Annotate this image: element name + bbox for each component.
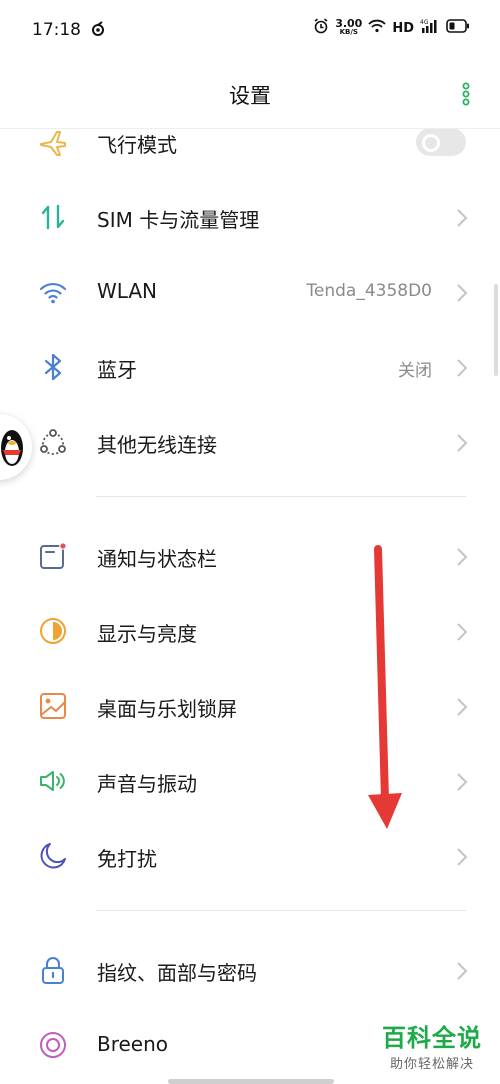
more-options-icon[interactable] xyxy=(462,82,470,106)
watermark-title: 百科全说 xyxy=(382,1024,482,1052)
scrollbar[interactable] xyxy=(494,284,498,376)
settings-item-display-brightness[interactable]: 显示与亮度 xyxy=(0,593,500,668)
section-divider xyxy=(96,910,466,911)
sim-data-icon xyxy=(38,202,68,232)
status-time: 17:18 xyxy=(32,20,81,40)
settings-item-label: 声音与振动 xyxy=(97,772,197,796)
status-right: 3.00 KB/S HD 4G xyxy=(313,18,470,38)
settings-item-fingerprint-face-password[interactable]: 指纹、面部与密码 xyxy=(0,932,500,1007)
network-speed: 3.00 KB/S xyxy=(335,17,363,36)
chevron-right-icon xyxy=(456,847,468,867)
sound-icon xyxy=(38,766,68,796)
airplane-mode-toggle[interactable] xyxy=(416,128,466,156)
settings-item-label: 指纹、面部与密码 xyxy=(97,961,257,985)
chevron-right-icon xyxy=(456,547,468,567)
settings-item-airplane-mode[interactable]: 飞行模式 xyxy=(0,104,500,179)
settings-item-label: 飞行模式 xyxy=(97,133,177,157)
wifi-icon xyxy=(38,277,68,307)
settings-item-label: 蓝牙 xyxy=(97,358,137,382)
hd-indicator: HD xyxy=(392,20,414,36)
bluetooth-icon xyxy=(38,352,68,382)
settings-item-label: 其他无线连接 xyxy=(97,433,217,457)
bluetooth-status: 关闭 xyxy=(398,361,432,381)
wlan-network-name: Tenda_4358D0 xyxy=(306,281,432,301)
chevron-right-icon xyxy=(456,697,468,717)
settings-item-home-lockscreen[interactable]: 桌面与乐划锁屏 xyxy=(0,668,500,743)
settings-item-label: 通知与状态栏 xyxy=(97,547,217,571)
settings-item-do-not-disturb[interactable]: 免打扰 xyxy=(0,818,500,893)
settings-item-label: Breeno xyxy=(97,1032,169,1056)
settings-item-other-wireless[interactable]: 其他无线连接 xyxy=(0,404,500,479)
battery-icon xyxy=(446,19,470,37)
settings-item-sim-data[interactable]: SIM 卡与流量管理 xyxy=(0,179,500,254)
signal-icon: 4G xyxy=(420,18,440,38)
settings-item-bluetooth[interactable]: 蓝牙 关闭 xyxy=(0,329,500,404)
chevron-right-icon xyxy=(456,961,468,981)
chevron-right-icon xyxy=(456,772,468,792)
settings-item-sound-vibration[interactable]: 声音与振动 xyxy=(0,743,500,818)
wireless-connect-icon xyxy=(38,427,68,457)
display-brightness-icon xyxy=(38,616,68,646)
settings-item-notifications[interactable]: 通知与状态栏 xyxy=(0,518,500,593)
airplane-icon xyxy=(38,127,68,157)
swirl-icon xyxy=(90,21,106,41)
breeno-icon xyxy=(38,1030,68,1060)
lock-icon xyxy=(38,955,68,985)
chevron-right-icon xyxy=(456,433,468,453)
section-divider xyxy=(96,496,466,497)
settings-item-label: 免打扰 xyxy=(97,847,157,871)
chevron-right-icon xyxy=(456,208,468,228)
chevron-right-icon xyxy=(456,622,468,642)
chevron-right-icon xyxy=(456,283,468,303)
moon-icon xyxy=(38,841,68,871)
status-bar: 17:18 3.00 KB/S HD 4G xyxy=(0,0,500,60)
settings-item-label: WLAN xyxy=(97,279,158,303)
wifi-status-icon xyxy=(368,19,386,37)
svg-text:4G: 4G xyxy=(420,19,429,26)
penguin-icon xyxy=(1,430,23,466)
watermark: 百科全说 助你轻松解决 xyxy=(382,1018,482,1072)
alarm-icon xyxy=(313,18,329,38)
settings-item-wlan[interactable]: WLAN Tenda_4358D0 xyxy=(0,254,500,329)
header-separator xyxy=(0,128,500,129)
settings-item-label: SIM 卡与流量管理 xyxy=(97,208,260,232)
watermark-subtitle: 助你轻松解决 xyxy=(389,1057,474,1072)
down-arrow-annotation xyxy=(368,545,402,829)
wallpaper-icon xyxy=(38,691,68,721)
notification-icon xyxy=(38,541,68,571)
chevron-right-icon xyxy=(456,358,468,378)
home-indicator[interactable] xyxy=(168,1079,334,1084)
toggle-knob xyxy=(422,134,440,152)
settings-item-label: 显示与亮度 xyxy=(97,622,197,646)
settings-item-label: 桌面与乐划锁屏 xyxy=(97,697,237,721)
